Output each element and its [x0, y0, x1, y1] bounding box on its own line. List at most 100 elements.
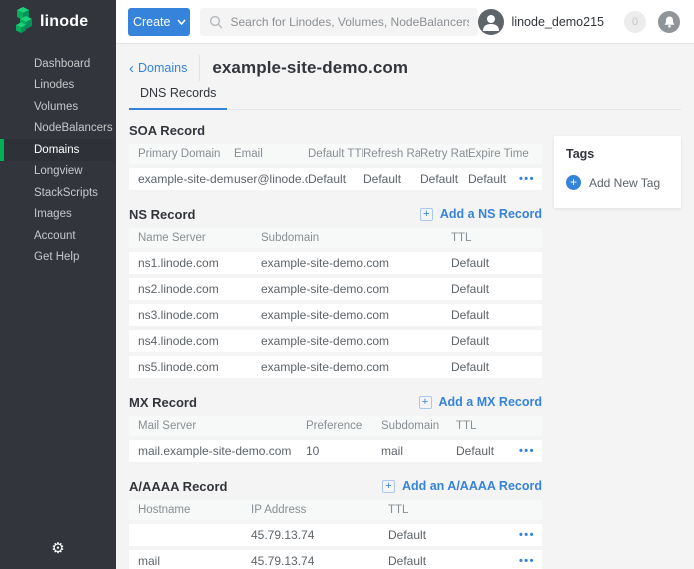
breadcrumb-back-link[interactable]: ‹ Domains	[129, 61, 187, 76]
tab-dns-records[interactable]: DNS Records	[129, 86, 227, 110]
linode-logo-icon	[14, 7, 33, 38]
table-cell: user@linode.com	[234, 172, 308, 186]
table-header-row: HostnameIP AddressTTL	[129, 500, 542, 520]
table-cell: example-site-demo.com	[138, 172, 234, 186]
table-cell: ns1.linode.com	[138, 256, 261, 270]
create-button-label: Create	[133, 15, 171, 29]
notification-count: 0	[632, 16, 638, 28]
table-row: 45.79.13.74Default•••	[129, 524, 542, 546]
create-button[interactable]: Create	[128, 8, 190, 36]
table-cell: example-site-demo.com	[261, 282, 451, 296]
plus-box-icon: +	[382, 480, 395, 493]
breadcrumb-label: Domains	[138, 61, 187, 75]
plus-box-icon: +	[419, 396, 432, 409]
table-header-row: Name ServerSubdomainTTL	[129, 228, 542, 248]
tab-bar: DNS Records	[129, 86, 681, 110]
bell-icon	[664, 16, 675, 28]
add-mx-record-button[interactable]: + Add a MX Record	[419, 395, 543, 409]
sidebar-item-domains[interactable]: Domains	[0, 139, 116, 161]
table-cell: example-site-demo.com	[261, 334, 451, 348]
section-title-ns: NS Record	[129, 207, 195, 222]
column-header: IP Address	[251, 504, 388, 516]
add-new-tag-button[interactable]: + Add New Tag	[566, 175, 669, 190]
topbar-right: linode_demo215 0	[478, 9, 694, 35]
add-new-tag-label: Add New Tag	[589, 176, 660, 190]
table-row: ns3.linode.comexample-site-demo.comDefau…	[129, 304, 542, 326]
add-ns-record-button[interactable]: + Add a NS Record	[420, 207, 542, 221]
section-title-mx: MX Record	[129, 395, 197, 410]
table-row: example-site-demo.comuser@linode.comDefa…	[129, 168, 542, 190]
chevron-down-icon	[177, 19, 186, 25]
linode-logo[interactable]: linode	[0, 0, 116, 44]
sidebar-item-stackscripts[interactable]: StackScripts	[0, 182, 116, 204]
mx-record-section: MX Record + Add a MX Record Mail ServerP…	[129, 391, 542, 462]
breadcrumb-divider	[199, 55, 200, 81]
table-cell: mail.example-site-demo.com	[138, 444, 306, 458]
person-icon	[478, 9, 504, 35]
column-header: Subdomain	[261, 232, 451, 244]
table-cell: ns2.linode.com	[138, 282, 261, 296]
sidebar-item-longview[interactable]: Longview	[0, 161, 116, 183]
column-header: Retry Rate	[420, 148, 468, 160]
sidebar-item-volumes[interactable]: Volumes	[0, 96, 116, 118]
table-cell: mail	[381, 444, 456, 458]
sidebar-item-linodes[interactable]: Linodes	[0, 75, 116, 97]
table-cell: mail	[138, 554, 251, 568]
table-row: ns2.linode.comexample-site-demo.comDefau…	[129, 278, 542, 300]
global-search[interactable]	[200, 8, 477, 36]
soa-record-section: SOA Record Primary DomainEmailDefault TT…	[129, 119, 542, 190]
user-avatar[interactable]	[478, 9, 504, 35]
table-cell: example-site-demo.com	[261, 256, 451, 270]
row-actions-button[interactable]: •••	[519, 524, 535, 546]
topbar: Create linode_demo215 0	[116, 0, 694, 44]
column-header: Expire Time	[468, 148, 542, 160]
section-title-soa: SOA Record	[129, 123, 205, 138]
notifications-bell-button[interactable]	[658, 11, 680, 33]
ns-record-section: NS Record + Add a NS Record Name ServerS…	[129, 203, 542, 378]
table-cell: Default	[308, 172, 363, 186]
column-header: TTL	[451, 232, 542, 244]
sidebar-item-dashboard[interactable]: Dashboard	[0, 53, 116, 75]
row-actions-button[interactable]: •••	[519, 550, 535, 569]
table-cell: Default	[363, 172, 420, 186]
main-content: ‹ Domains example-site-demo.com DNS Reco…	[116, 44, 694, 569]
sidebar: linode DashboardLinodesVolumesNodeBalanc…	[0, 0, 116, 569]
plus-box-icon: +	[420, 208, 433, 221]
soa-table: Primary DomainEmailDefault TTLRefresh Ra…	[129, 144, 542, 190]
table-row: ns5.linode.comexample-site-demo.comDefau…	[129, 356, 542, 378]
sidebar-item-account[interactable]: Account	[0, 225, 116, 247]
column-header: Primary Domain	[138, 148, 234, 160]
table-cell: Default	[451, 282, 542, 296]
row-actions-button[interactable]: •••	[519, 440, 535, 462]
sidebar-item-get-help[interactable]: Get Help	[0, 247, 116, 269]
table-row: ns4.linode.comexample-site-demo.comDefau…	[129, 330, 542, 352]
column-header: Refresh Rate	[363, 148, 420, 160]
table-cell: ns3.linode.com	[138, 308, 261, 322]
table-cell: Default	[420, 172, 468, 186]
row-actions-button[interactable]: •••	[519, 168, 535, 190]
table-row: mail45.79.13.74Default•••	[129, 550, 542, 569]
a-aaaa-table: HostnameIP AddressTTL 45.79.13.74Default•…	[129, 500, 542, 569]
chevron-left-icon: ‹	[129, 61, 134, 76]
table-cell: example-site-demo.com	[261, 360, 451, 374]
sidebar-item-images[interactable]: Images	[0, 204, 116, 226]
add-mx-record-label: Add a MX Record	[439, 395, 543, 409]
table-header-row: Mail ServerPreferenceSubdomainTTL	[129, 416, 542, 436]
settings-gear-icon[interactable]: ⚙	[0, 539, 116, 557]
sidebar-item-nodebalancers[interactable]: NodeBalancers	[0, 118, 116, 140]
table-cell: example-site-demo.com	[261, 308, 451, 322]
plus-circle-icon: +	[566, 175, 581, 190]
table-cell: 10	[306, 444, 381, 458]
add-ns-record-label: Add a NS Record	[440, 207, 542, 221]
add-a-aaaa-record-button[interactable]: + Add an A/AAAA Record	[382, 479, 542, 493]
column-header: Mail Server	[138, 420, 306, 432]
tags-panel: Tags + Add New Tag	[554, 136, 681, 208]
username[interactable]: linode_demo215	[512, 15, 604, 29]
table-cell: Default	[451, 360, 542, 374]
search-input[interactable]	[230, 15, 468, 29]
notification-count-badge[interactable]: 0	[624, 11, 646, 33]
tags-panel-title: Tags	[566, 147, 669, 161]
column-header: Hostname	[138, 504, 251, 516]
add-a-aaaa-record-label: Add an A/AAAA Record	[402, 479, 542, 493]
table-cell: ns5.linode.com	[138, 360, 261, 374]
